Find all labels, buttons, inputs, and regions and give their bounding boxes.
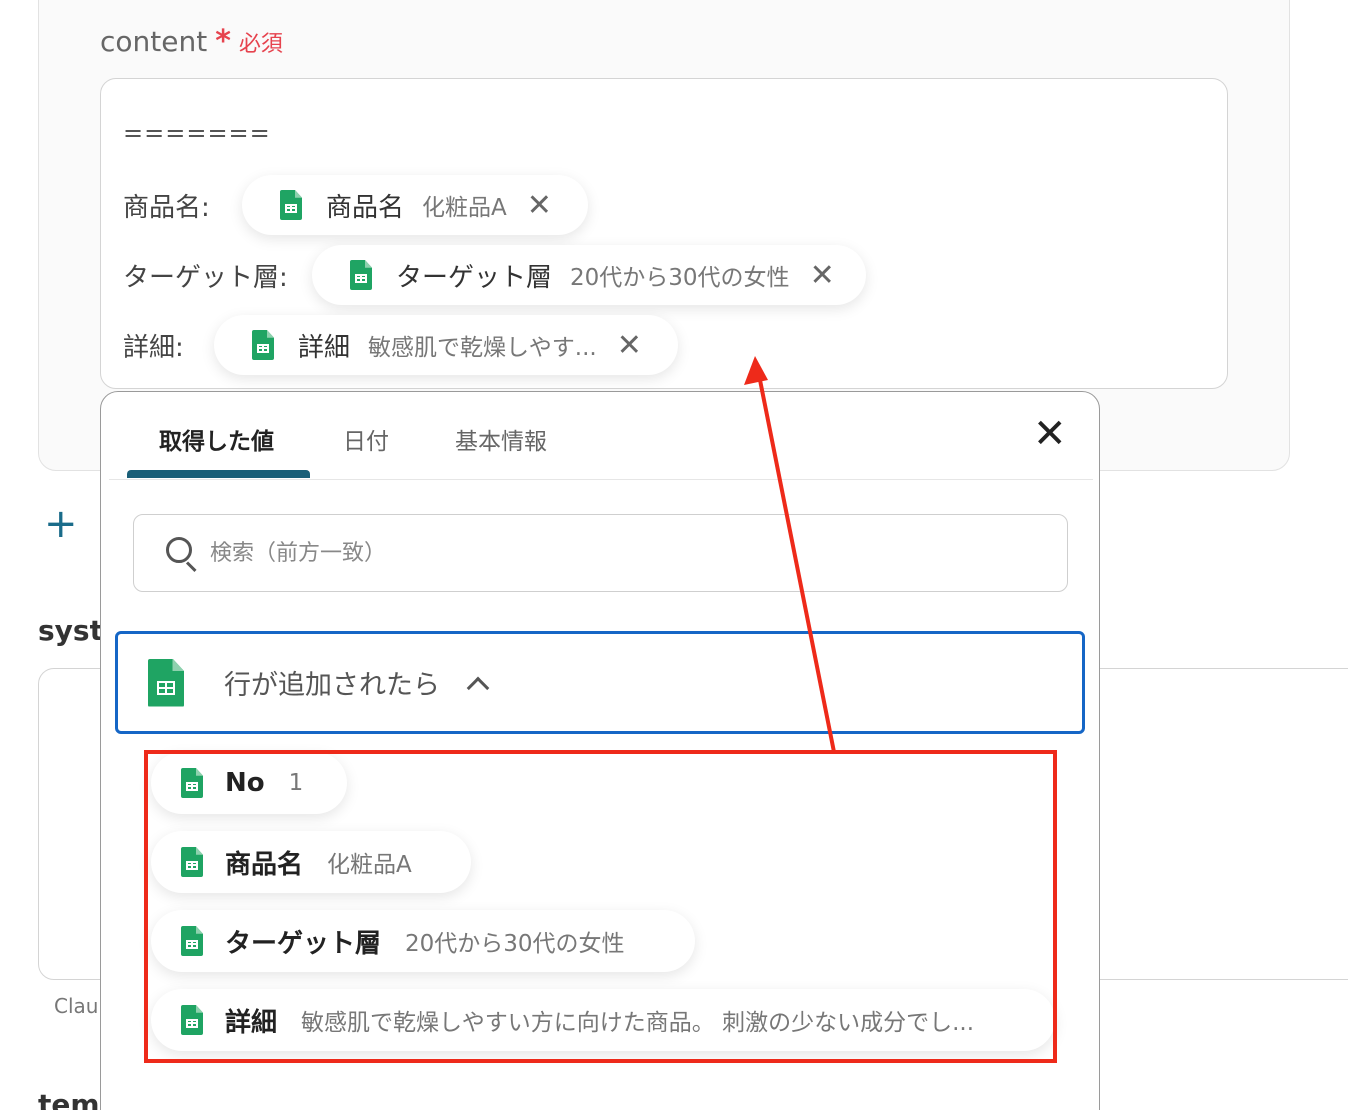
required-star: * [215, 24, 231, 59]
variable-chip-product-name[interactable]: 商品名 化粧品A ✕ [242, 175, 588, 235]
separator-text: ======= [123, 119, 271, 147]
google-sheets-icon [350, 260, 372, 290]
chip-value: 化粧品A [422, 195, 507, 221]
content-field-label: content * 必須 [100, 24, 283, 59]
google-sheets-icon [252, 330, 274, 360]
remove-chip-icon[interactable]: ✕ [617, 328, 642, 363]
search-input[interactable] [210, 540, 910, 566]
remove-chip-icon[interactable]: ✕ [527, 188, 552, 223]
google-sheets-icon [148, 658, 184, 707]
google-sheets-icon [280, 190, 302, 220]
chip-name: 詳細 [298, 332, 351, 363]
active-tab-indicator [127, 470, 310, 478]
content-textarea[interactable]: ======= 商品名: 商品名 化粧品A ✕ ターゲット層: ターゲット層 2… [100, 78, 1228, 389]
tab-basic-info[interactable]: 基本情報 [455, 422, 547, 456]
chip-name: 商品名 [326, 192, 405, 223]
row-label-detail: 詳細: [123, 333, 184, 363]
highlight-box [144, 750, 1057, 1063]
variable-chip-target[interactable]: ターゲット層 20代から30代の女性 ✕ [312, 245, 866, 305]
chevron-up-icon[interactable] [466, 676, 490, 699]
remove-chip-icon[interactable]: ✕ [810, 258, 835, 293]
field-hint: Clau [54, 994, 99, 1018]
close-icon[interactable]: ✕ [1033, 414, 1067, 454]
add-icon[interactable]: + [44, 504, 78, 544]
row-label-product-name: 商品名: [123, 193, 210, 223]
tab-date[interactable]: 日付 [343, 422, 389, 456]
search-box[interactable] [133, 514, 1068, 592]
group-title: 行が追加されたら [224, 670, 440, 701]
tab-bar: 取得した値 日付 基本情報 [109, 392, 1093, 480]
chip-name: ターゲット層 [396, 262, 553, 293]
section-label-system: syst [38, 614, 103, 647]
required-text: 必須 [238, 32, 283, 57]
search-icon [166, 537, 198, 573]
trigger-group-row-added[interactable]: 行が追加されたら [115, 631, 1085, 734]
tab-acquired-values[interactable]: 取得した値 [159, 422, 274, 456]
row-label-target: ターゲット層: [123, 263, 288, 293]
variable-chip-detail[interactable]: 詳細 敏感肌で乾燥しやす... ✕ [214, 315, 678, 375]
field-name: content [100, 25, 208, 58]
chip-value: 20代から30代の女性 [570, 265, 790, 291]
chip-value: 敏感肌で乾燥しやす... [368, 335, 597, 361]
